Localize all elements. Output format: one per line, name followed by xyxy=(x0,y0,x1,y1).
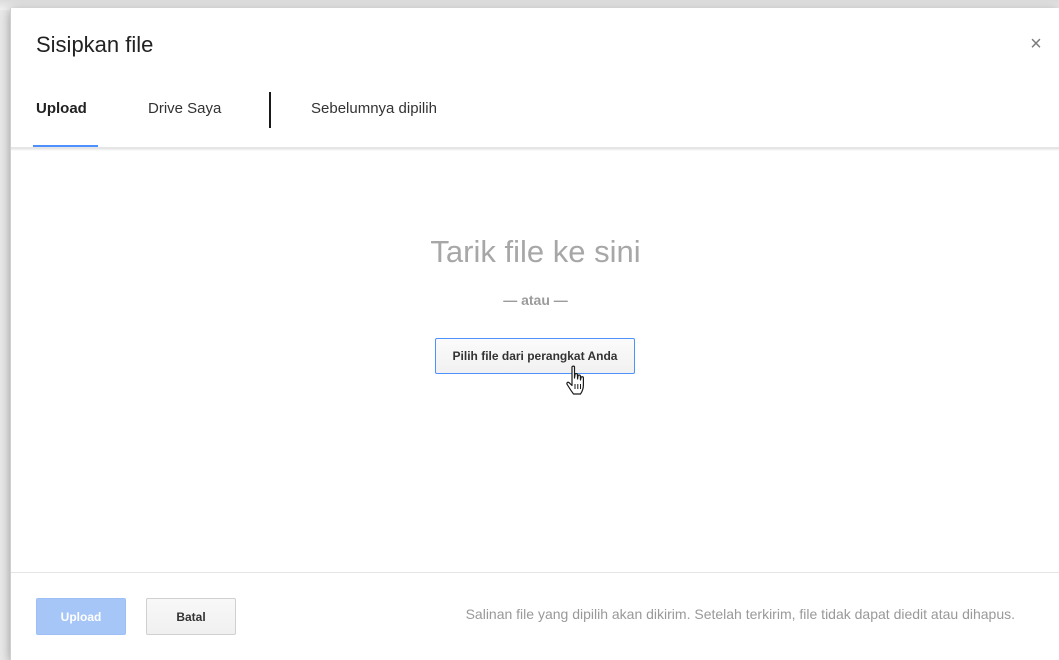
close-icon[interactable]: × xyxy=(1027,34,1045,54)
or-separator: — atau — xyxy=(503,292,568,308)
cancel-button[interactable]: Batal xyxy=(146,598,236,635)
tab-divider xyxy=(269,92,271,128)
tab-previously-selected[interactable]: Sebelumnya dipilih xyxy=(311,86,437,150)
tab-my-drive[interactable]: Drive Saya xyxy=(148,86,221,150)
hand-pointer-icon xyxy=(566,365,584,395)
pick-file-button[interactable]: Pilih file dari perangkat Anda xyxy=(435,338,635,374)
footer-note: Salinan file yang dipilih akan dikirim. … xyxy=(465,606,1015,622)
upload-button[interactable]: Upload xyxy=(36,598,126,635)
footer-divider xyxy=(11,572,1059,573)
tab-upload[interactable]: Upload xyxy=(36,86,87,150)
header-shadow xyxy=(11,148,1059,151)
tab-bar: Upload Drive Saya Sebelumnya dipilih xyxy=(11,86,1059,150)
insert-file-dialog: Sisipkan file × Upload Drive Saya Sebelu… xyxy=(10,8,1059,660)
drop-zone-title: Tarik file ke sini xyxy=(430,234,641,269)
dialog-title: Sisipkan file xyxy=(36,32,154,57)
